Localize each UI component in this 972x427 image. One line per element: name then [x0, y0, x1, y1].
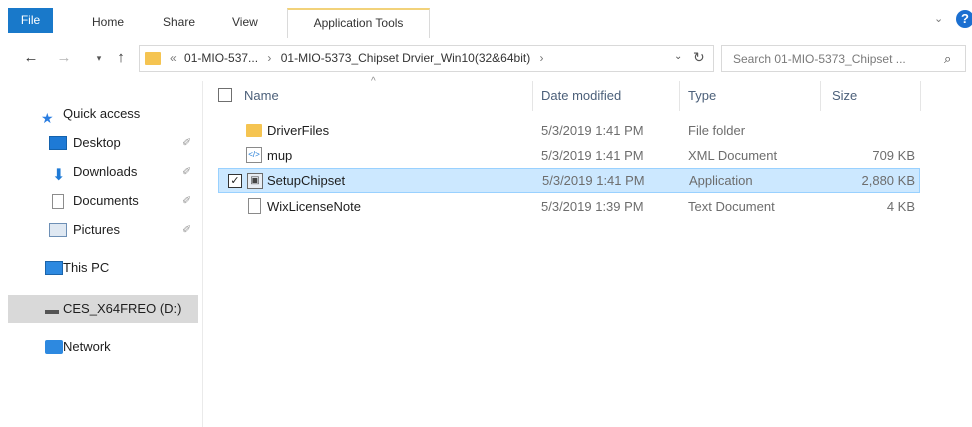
sidebar-item-label: Desktop [73, 135, 121, 150]
table-row[interactable]: </> mup 5/3/2019 1:41 PM XML Document 70… [218, 143, 920, 168]
sidebar-item-desktop[interactable]: Desktop ✐ [8, 129, 198, 157]
desktop-icon [49, 136, 67, 150]
file-date-modified: 5/3/2019 1:41 PM [541, 123, 644, 138]
network-icon [45, 340, 63, 354]
application-icon: ▣ [247, 173, 263, 189]
table-row[interactable]: DriverFiles 5/3/2019 1:41 PM File folder [218, 118, 920, 143]
sidebar-item-this-pc[interactable]: This PC [8, 254, 198, 282]
pictures-icon [49, 223, 67, 237]
address-bar[interactable]: « 01-MIO-537... › 01-MIO-5373_Chipset Dr… [139, 45, 714, 72]
refresh-icon[interactable]: ↻ [693, 49, 705, 66]
recent-locations-chevron-icon[interactable]: ▾ [90, 49, 108, 67]
xml-document-icon: </> [246, 147, 262, 163]
sidebar-item-label: Pictures [73, 222, 120, 237]
back-arrow-icon[interactable]: ← [22, 49, 40, 67]
navigation-bar: ← → ▾ ↑ « 01-MIO-537... › 01-MIO-5373_Ch… [0, 37, 972, 81]
file-size: 4 KB [886, 199, 915, 214]
file-name: DriverFiles [267, 123, 330, 138]
file-type: File folder [688, 123, 746, 138]
select-all-checkbox[interactable] [218, 88, 232, 102]
file-type: Text Document [688, 199, 775, 214]
file-type: XML Document [688, 148, 778, 163]
navigation-pane: ★ Quick access Desktop ✐ ⬇ Downloads ✐ D… [0, 81, 203, 427]
column-header-size[interactable]: Size [832, 88, 857, 103]
breadcrumb-separator[interactable]: › [267, 51, 271, 65]
text-document-icon [248, 198, 261, 214]
column-header-name[interactable]: Name [244, 88, 279, 103]
downloads-icon: ⬇ [52, 167, 66, 184]
search-icon[interactable]: ⌕ [944, 51, 951, 67]
sidebar-item-label: Network [63, 339, 111, 354]
file-size: 2,880 KB [861, 173, 916, 188]
pin-icon[interactable]: ✐ [182, 216, 191, 244]
file-date-modified: 5/3/2019 1:41 PM [541, 148, 644, 163]
table-row-selected[interactable]: ✓ ▣ SetupChipset 5/3/2019 1:41 PM Applic… [218, 168, 920, 193]
tab-view[interactable]: View [224, 10, 266, 34]
file-date-modified: 5/3/2019 1:39 PM [541, 199, 644, 214]
address-dropdown-icon[interactable]: ⌄ [674, 51, 682, 62]
breadcrumb[interactable]: « 01-MIO-537... › 01-MIO-5373_Chipset Dr… [170, 51, 544, 65]
expand-ribbon-chevron-icon[interactable]: ⌄ [934, 12, 943, 25]
sidebar-item-label: This PC [63, 260, 110, 275]
file-name: SetupChipset [267, 173, 346, 188]
this-pc-icon [45, 261, 63, 275]
folder-icon [246, 124, 262, 137]
forward-arrow-icon[interactable]: → [55, 49, 73, 67]
drive-icon [45, 310, 59, 314]
tab-share[interactable]: Share [155, 10, 203, 34]
up-arrow-icon[interactable]: ↑ [112, 49, 130, 67]
tab-file[interactable]: File [8, 8, 53, 33]
star-icon: ★ [41, 110, 54, 126]
column-divider[interactable] [679, 81, 680, 111]
documents-icon [52, 194, 64, 209]
file-list-pane: ^ Name Date modified Type Size DriverFil… [203, 76, 972, 427]
row-checkbox-checked[interactable]: ✓ [228, 174, 242, 188]
column-header-type[interactable]: Type [688, 88, 716, 103]
column-header-row: Name Date modified Type Size [203, 81, 972, 111]
file-name: mup [267, 148, 293, 163]
breadcrumb-segment-current[interactable]: 01-MIO-5373_Chipset Drvier_Win10(32&64bi… [281, 51, 530, 65]
tab-application-tools[interactable]: Application Tools [287, 8, 430, 38]
sidebar-item-label: CES_X64FREO (D:) [63, 301, 182, 316]
sidebar-item-label: Downloads [73, 164, 138, 179]
sidebar-item-network[interactable]: Network [8, 333, 198, 361]
sidebar-item-quick-access[interactable]: ★ Quick access [8, 100, 198, 128]
file-date-modified: 5/3/2019 1:41 PM [542, 173, 645, 188]
tab-home[interactable]: Home [84, 10, 132, 34]
table-row[interactable]: WixLicenseNote 5/3/2019 1:39 PM Text Doc… [218, 194, 920, 219]
breadcrumb-trailing-chevron[interactable]: › [540, 51, 544, 65]
pin-icon[interactable]: ✐ [182, 158, 191, 186]
column-divider[interactable] [820, 81, 821, 111]
sidebar-item-downloads[interactable]: ⬇ Downloads ✐ [8, 158, 198, 186]
column-header-date-modified[interactable]: Date modified [541, 88, 621, 103]
breadcrumb-segment-parent[interactable]: 01-MIO-537... [184, 51, 258, 65]
sidebar-item-label: Quick access [63, 106, 141, 121]
sidebar-item-drive-d[interactable]: CES_X64FREO (D:) [8, 295, 198, 323]
sidebar-item-documents[interactable]: Documents ✐ [8, 187, 198, 215]
file-size: 709 KB [872, 148, 915, 163]
ribbon: File Home Share View Application Tools ⌄… [0, 0, 972, 38]
pin-icon[interactable]: ✐ [182, 129, 191, 157]
overflow-chevrons[interactable]: « [170, 51, 177, 65]
search-input[interactable]: Search 01-MIO-5373_Chipset ... ⌕ [721, 45, 966, 72]
pin-icon[interactable]: ✐ [182, 187, 191, 215]
help-icon[interactable]: ? [956, 10, 972, 28]
column-divider[interactable] [532, 81, 533, 111]
folder-icon [145, 52, 161, 65]
search-placeholder: Search 01-MIO-5373_Chipset ... [733, 52, 906, 66]
file-type: Application [689, 173, 753, 188]
column-divider[interactable] [920, 81, 921, 111]
sidebar-item-pictures[interactable]: Pictures ✐ [8, 216, 198, 244]
sidebar-item-label: Documents [73, 193, 139, 208]
file-name: WixLicenseNote [267, 199, 361, 214]
